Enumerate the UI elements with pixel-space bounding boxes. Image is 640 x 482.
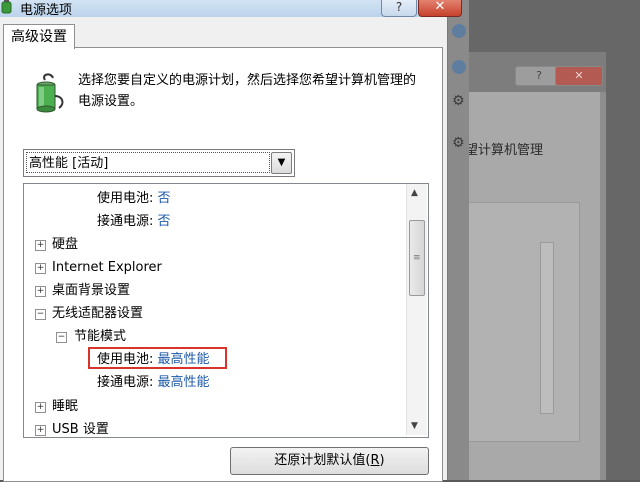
- help-button[interactable]: ?: [381, 0, 417, 17]
- expand-icon[interactable]: +: [35, 286, 46, 297]
- collapse-icon[interactable]: −: [56, 332, 67, 343]
- gear-icon: ⚙: [452, 93, 465, 109]
- background-window: [447, 52, 606, 480]
- tree-item-label: 接通电源:: [97, 214, 154, 229]
- tree-item-value[interactable]: 最高性能: [158, 375, 210, 390]
- restore-defaults-label: 还原计划默认值: [274, 453, 366, 468]
- tree-item-sleep[interactable]: 睡眠: [52, 397, 78, 417]
- tree-item-usb-settings[interactable]: USB 设置: [52, 420, 109, 437]
- tree-scrollbar[interactable]: ▲ ≡ ▼: [406, 184, 427, 435]
- tree-item-value[interactable]: 否: [158, 191, 171, 206]
- tree-item-label: 使用电池:: [97, 191, 154, 206]
- window-title: 电源选项: [20, 3, 73, 18]
- shield-icon: [452, 24, 466, 38]
- power-options-icon: [1, 0, 12, 14]
- highlight-annotation: [88, 347, 227, 369]
- scroll-down-icon[interactable]: ▼: [411, 421, 418, 431]
- background-close-button: ✕: [555, 66, 603, 86]
- expand-icon[interactable]: +: [35, 425, 46, 436]
- restore-defaults-accel: R: [370, 453, 380, 468]
- background-window-text: 望计算机管理: [465, 143, 544, 158]
- power-plan-select[interactable]: 高性能 [活动] ▼: [23, 149, 295, 177]
- restore-defaults-button[interactable]: 还原计划默认值(R): [230, 447, 429, 475]
- background-window-list: [458, 202, 580, 442]
- shield-icon: [452, 60, 466, 74]
- battery-icon: [36, 73, 64, 113]
- scroll-up-icon[interactable]: ▲: [411, 188, 418, 198]
- expand-icon[interactable]: +: [35, 402, 46, 413]
- tree-item-value[interactable]: 否: [158, 214, 171, 229]
- background-window-scrollbar: [540, 242, 554, 414]
- tree-item-internet-explorer[interactable]: Internet Explorer: [52, 258, 162, 278]
- scrollbar-thumb[interactable]: ≡: [409, 220, 425, 296]
- tree-item-desktop-background[interactable]: 桌面背景设置: [52, 281, 130, 301]
- tree-item-power-saving-mode[interactable]: 节能模式: [74, 327, 126, 347]
- gear-icon: ⚙: [452, 135, 465, 151]
- tree-item-hard-disk[interactable]: 硬盘: [52, 235, 78, 255]
- expand-icon[interactable]: +: [35, 263, 46, 274]
- tab-advanced-settings[interactable]: 高级设置: [3, 24, 75, 49]
- collapse-icon[interactable]: −: [35, 309, 46, 320]
- settings-tree: 使用电池: 否 接通电源: 否 + 硬盘 + Internet Explorer…: [23, 183, 429, 438]
- tree-item-plugged-setting[interactable]: 接通电源: 否: [97, 212, 171, 232]
- plan-description: 选择您要自定义的电源计划，然后选择您希望计算机管理的电源设置。: [78, 73, 417, 109]
- tree-item-wireless-adapter[interactable]: 无线适配器设置: [52, 304, 143, 324]
- close-button[interactable]: ✕: [418, 0, 462, 17]
- power-plan-selected-value[interactable]: 高性能 [活动]: [26, 152, 270, 173]
- tree-item-battery-setting[interactable]: 使用电池: 否: [97, 189, 171, 209]
- grip-icon: ≡: [413, 253, 421, 263]
- chevron-down-icon[interactable]: ▼: [271, 152, 292, 174]
- tree-item-label: 接通电源:: [97, 375, 154, 390]
- expand-icon[interactable]: +: [35, 240, 46, 251]
- tree-item-plugged-in[interactable]: 接通电源: 最高性能: [97, 373, 210, 393]
